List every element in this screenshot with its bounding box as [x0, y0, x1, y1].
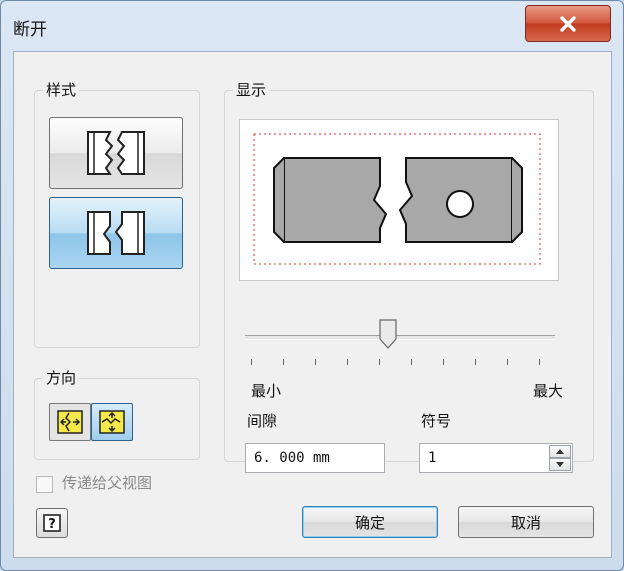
gap-label: 间隙: [247, 412, 278, 430]
ok-button[interactable]: 确定: [302, 506, 438, 538]
zigzag-break-icon: [87, 131, 145, 175]
symbol-label: 符号: [421, 412, 452, 430]
break-preview-drawing: [253, 133, 541, 265]
svg-text:?: ?: [48, 517, 56, 532]
pass-to-parent-label: 传递给父视图: [62, 474, 153, 492]
spin-down-button[interactable]: [549, 458, 571, 471]
dialog-window: 断开 样式 显示 最小 最大 间隙 6. 000 mm 符号 1 方向 传递给父…: [0, 0, 624, 571]
slider-tick: [411, 359, 412, 365]
chevron-up-icon: [556, 449, 564, 454]
slider-tick: [315, 359, 316, 365]
pass-to-parent-checkbox[interactable]: [36, 476, 53, 493]
style-group: 样式: [34, 80, 200, 348]
gap-slider-track[interactable]: [245, 335, 555, 340]
chevron-down-icon: [556, 462, 564, 467]
direction-vertical-button[interactable]: [91, 403, 133, 441]
style-option-structural[interactable]: [49, 197, 183, 269]
direction-horizontal-button[interactable]: [49, 403, 91, 441]
help-button[interactable]: ?: [36, 508, 68, 538]
title-bar[interactable]: 断开: [1, 1, 623, 51]
close-icon: [560, 15, 576, 32]
symbol-spin-buttons: [549, 445, 571, 471]
slider-tick: [379, 359, 380, 365]
direction-group: 方向: [34, 368, 200, 460]
slider-tick: [251, 359, 252, 365]
slider-tick: [443, 359, 444, 365]
slider-tick: [507, 359, 508, 365]
close-button[interactable]: [525, 5, 611, 42]
vertical-break-icon: [99, 410, 125, 434]
slider-tick: [283, 359, 284, 365]
break-preview: [239, 119, 559, 281]
dialog-client-area: 样式 显示 最小 最大 间隙 6. 000 mm 符号 1 方向 传递给父视图 …: [13, 51, 612, 558]
slider-tick: [347, 359, 348, 365]
horizontal-break-icon: [57, 410, 83, 434]
spin-up-button[interactable]: [549, 445, 571, 458]
slider-tick: [475, 359, 476, 365]
structural-break-icon: [87, 211, 145, 255]
display-group: 显示 最小 最大 间隙 6. 000 mm 符号 1: [224, 80, 594, 473]
gap-slider-thumb[interactable]: [379, 319, 397, 349]
help-icon: ?: [43, 514, 61, 532]
gap-input[interactable]: 6. 000 mm: [245, 443, 385, 473]
symbol-value: 1: [428, 450, 437, 466]
display-group-label: 显示: [233, 80, 270, 100]
symbol-stepper[interactable]: 1: [419, 443, 573, 473]
slider-max-label: 最大: [533, 382, 564, 400]
direction-group-label: 方向: [43, 368, 80, 388]
style-group-label: 样式: [43, 80, 80, 100]
slider-min-label: 最小: [251, 382, 282, 400]
slider-tick: [539, 359, 540, 365]
window-title: 断开: [13, 20, 47, 40]
cancel-button[interactable]: 取消: [458, 506, 594, 538]
style-option-zigzag[interactable]: [49, 117, 183, 189]
